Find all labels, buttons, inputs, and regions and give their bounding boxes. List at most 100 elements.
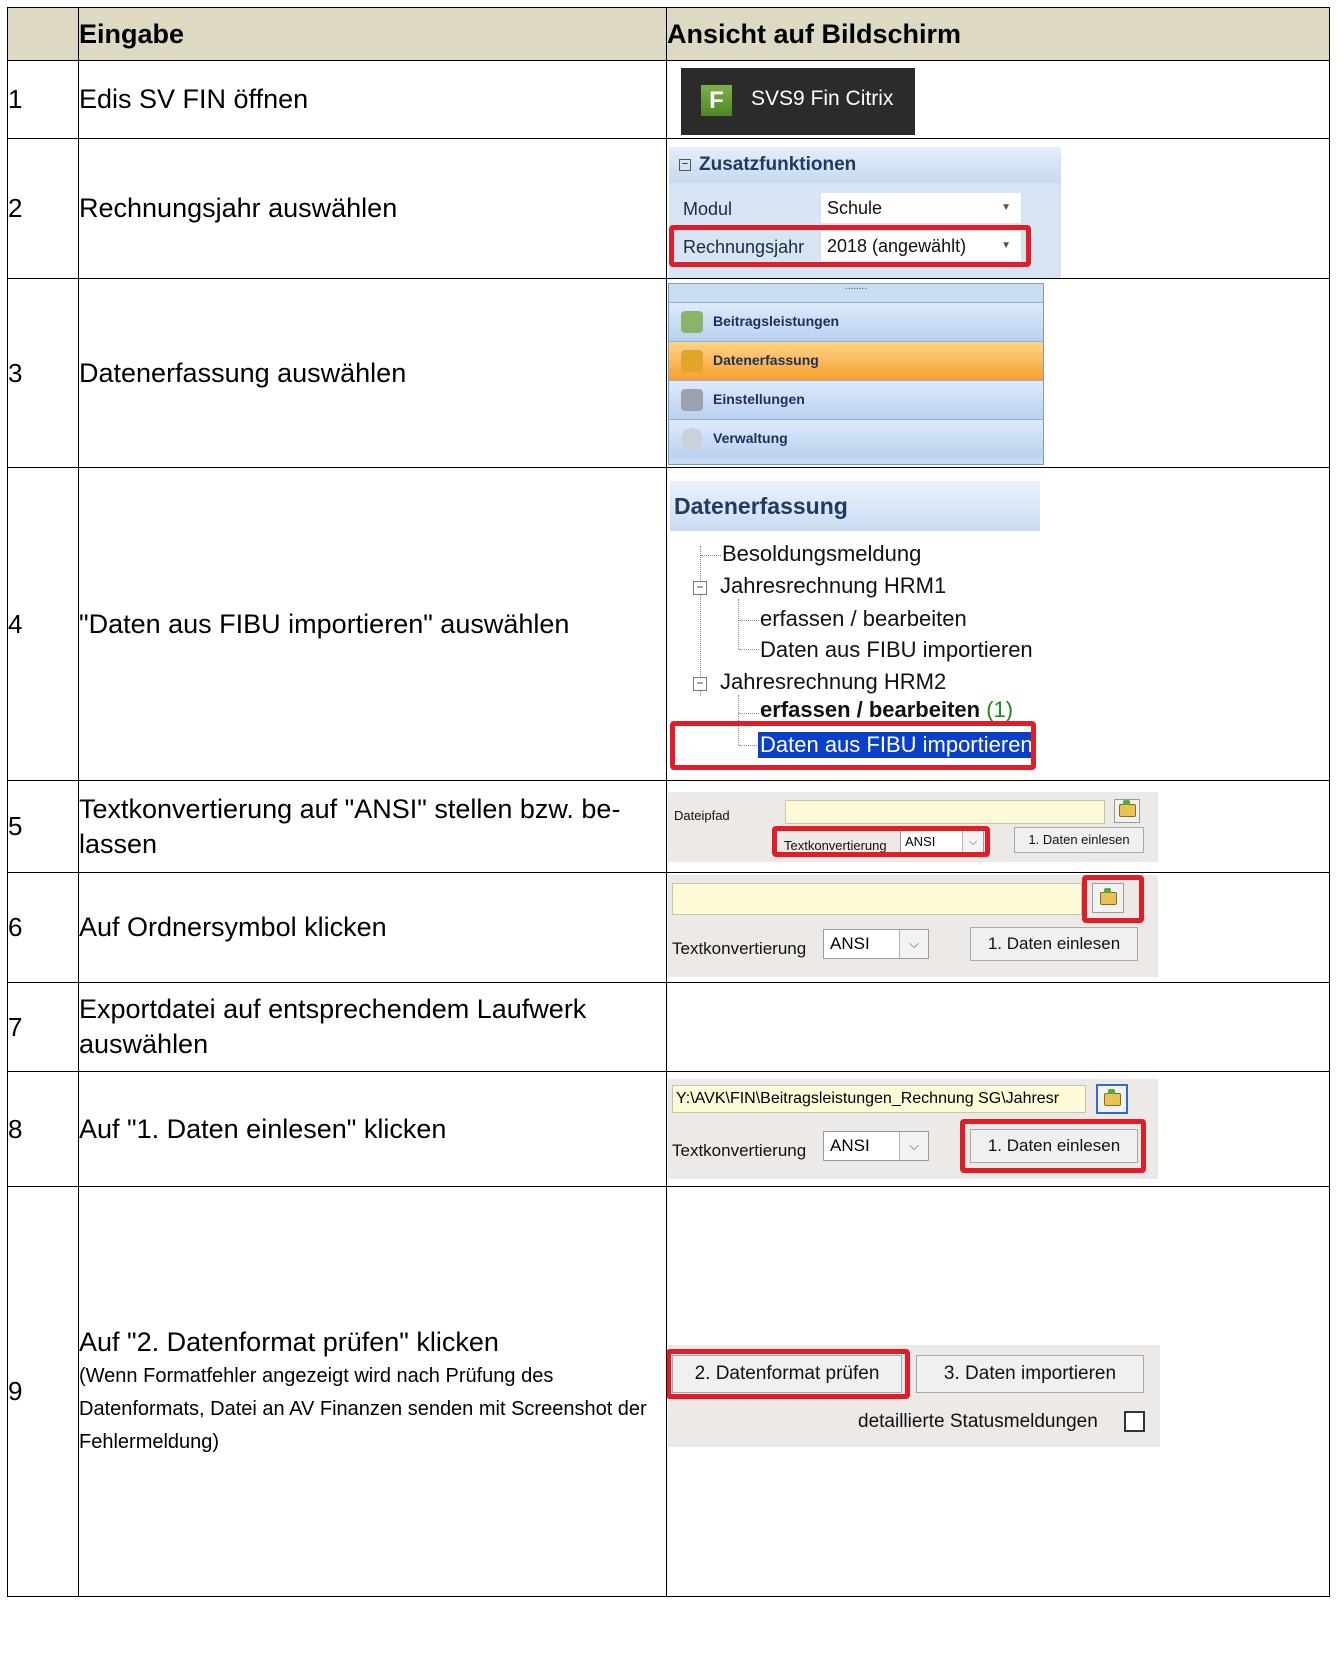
tools-icon [681, 389, 703, 411]
panel-header: − Zusatzfunktionen [669, 147, 1061, 183]
step-text: Textkonvertierung auf "ANSI" stellen bzw… [78, 780, 667, 873]
dateipfad-label: Dateipfad [674, 808, 730, 823]
read-data-button[interactable]: 1. Daten einlesen [970, 927, 1138, 961]
header-row: Eingabe Ansicht auf Bildschirm [7, 7, 1330, 61]
step-number: 8 [7, 1071, 79, 1187]
tree-item-hrm1-erfassen[interactable]: erfassen / bearbeiten [760, 606, 967, 632]
tree-item-hrm1[interactable]: Jahresrechnung HRM1 [720, 573, 946, 599]
encoding-value: ANSI [830, 1136, 870, 1155]
navigation-panel: ........ Beitragsleistungen Datenerfassu… [668, 282, 1044, 465]
file-path-input[interactable]: Y:\AVK\FIN\Beitragsleistungen_Rechnung S… [672, 1085, 1086, 1113]
step-number: 7 [7, 982, 79, 1072]
tree-line [739, 713, 759, 714]
chevron-down-icon: ⌵ [899, 930, 928, 958]
step-view: Y:\AVK\FIN\Beitragsleistungen_Rechnung S… [666, 1071, 1330, 1187]
step-number: 2 [7, 138, 79, 279]
file-path-input[interactable] [785, 800, 1105, 824]
table-row: 4 "Daten aus FIBU importieren" auswählen… [7, 467, 1330, 781]
encoding-value: ANSI [830, 934, 870, 953]
tree-item-hrm2[interactable]: Jahresrechnung HRM2 [720, 669, 946, 695]
highlight-box [772, 826, 990, 857]
step-view: Datenerfassung Besoldungsmeldung − Jahre… [666, 467, 1330, 781]
validation-dialog: 2. Datenformat prüfen 3. Daten importier… [667, 1345, 1160, 1447]
step-text: Auf "1. Daten einlesen" klicken [78, 1071, 667, 1187]
textkonvertierung-label: Textkonvertierung [672, 939, 807, 958]
file-path-value: Y:\AVK\FIN\Beitragsleistungen_Rechnung S… [676, 1090, 1060, 1107]
users-icon [681, 311, 703, 333]
folder-icon [1119, 800, 1136, 817]
app-launcher-tile[interactable]: F SVS9 Fin Citrix [681, 68, 915, 135]
header-number [7, 7, 79, 61]
table-row: 9 Auf "2. Datenformat prüfen" klicken (W… [7, 1186, 1330, 1597]
splitter-grip[interactable]: ........ [669, 282, 1043, 298]
import-data-button[interactable]: 3. Daten importieren [916, 1355, 1144, 1393]
tree-line [738, 599, 739, 649]
folder-icon [1104, 1089, 1121, 1106]
step-view: − Zusatzfunktionen Modul Schule ▼ Rechnu… [666, 138, 1330, 279]
step-number: 3 [7, 278, 79, 468]
step-number: 1 [7, 60, 79, 139]
step-view [666, 982, 1330, 1072]
tree-line [701, 555, 721, 556]
step-view: Dateipfad Textkonvertierung ANSI ⌵ 1. Da… [666, 780, 1330, 873]
step-text: Datenerfassung auswählen [78, 278, 667, 468]
step-view: Textkonvertierung ANSI ⌵ 1. Daten einles… [666, 872, 1330, 983]
chevron-down-icon: ▼ [1001, 202, 1011, 213]
import-dialog: Y:\AVK\FIN\Beitragsleistungen_Rechnung S… [668, 1079, 1158, 1179]
highlight-box [960, 1119, 1146, 1173]
step-number: 9 [7, 1186, 79, 1597]
file-path-input[interactable] [672, 883, 1082, 915]
collapse-icon[interactable]: − [693, 677, 707, 691]
collapse-icon[interactable]: − [693, 581, 707, 595]
status-messages-checkbox[interactable] [1124, 1411, 1145, 1432]
encoding-select[interactable]: ANSI ⌵ [823, 929, 929, 959]
database-icon [681, 350, 703, 372]
app-icon: F [701, 85, 732, 116]
nav-item-label: Beitragsleistungen [713, 313, 840, 329]
tree-line [739, 649, 759, 650]
table-row: 5 Textkonvertierung auf "ANSI" stellen b… [7, 780, 1330, 873]
nav-item-verwaltung[interactable]: Verwaltung [669, 419, 1043, 458]
tree-line [739, 620, 759, 621]
step-text: "Daten aus FIBU importieren" auswählen [78, 467, 667, 781]
modul-label: Modul [683, 199, 733, 219]
step-text: Exportdatei auf entsprechendem Laufwerk … [78, 982, 667, 1072]
nav-item-datenerfassung[interactable]: Datenerfassung [669, 341, 1043, 380]
nav-item-beitragsleistungen[interactable]: Beitragsleistungen [669, 302, 1043, 341]
textkonvertierung-label: Textkonvertierung [672, 1141, 807, 1160]
modul-value: Schule [827, 198, 883, 218]
tree-item-besoldungsmeldung[interactable]: Besoldungsmeldung [722, 541, 921, 567]
step-text: Rechnungsjahr auswählen [78, 138, 667, 279]
tree-item-label: erfassen / bearbeiten [760, 697, 981, 722]
open-folder-button[interactable] [1096, 1084, 1128, 1114]
highlight-box [669, 225, 1031, 267]
collapse-icon[interactable]: − [679, 159, 691, 171]
step-text: Auf "2. Datenformat prüfen" klicken (Wen… [78, 1186, 667, 1597]
tree-line [700, 546, 701, 696]
step-text: Edis SV FIN öffnen [78, 60, 667, 139]
step-view: ........ Beitragsleistungen Datenerfassu… [666, 278, 1330, 468]
panel-title: Zusatzfunktionen [699, 154, 857, 175]
datenerfassung-tree-panel: Datenerfassung Besoldungsmeldung − Jahre… [670, 481, 1040, 771]
tree-header: Datenerfassung [670, 481, 1040, 531]
nav-item-einstellungen[interactable]: Einstellungen [669, 380, 1043, 419]
table-row: 1 Edis SV FIN öffnen F SVS9 Fin Citrix [7, 60, 1330, 139]
count-badge: (1) [986, 697, 1014, 722]
encoding-select[interactable]: ANSI ⌵ [823, 1131, 929, 1161]
highlight-box [1082, 875, 1144, 923]
zusatzfunktionen-panel: − Zusatzfunktionen Modul Schule ▼ Rechnu… [669, 147, 1061, 278]
step-number: 5 [7, 780, 79, 873]
open-folder-button[interactable] [1114, 799, 1140, 823]
modul-select[interactable]: Schule ▼ [821, 193, 1021, 223]
tree-item-hrm1-import[interactable]: Daten aus FIBU importieren [760, 637, 1033, 663]
step-number: 4 [7, 467, 79, 781]
tree-item-hrm2-erfassen[interactable]: erfassen / bearbeiten (1) [760, 697, 1013, 723]
highlight-box [670, 721, 1036, 770]
chevron-down-icon: ⌵ [899, 1132, 928, 1160]
read-data-button[interactable]: 1. Daten einlesen [1014, 827, 1144, 853]
table-row: 3 Datenerfassung auswählen ........ Beit… [7, 278, 1330, 468]
import-dialog: Textkonvertierung ANSI ⌵ 1. Daten einles… [668, 875, 1158, 977]
nav-item-label: Datenerfassung [713, 352, 819, 368]
table-row: 2 Rechnungsjahr auswählen − Zusatzfunkti… [7, 138, 1330, 279]
header-input: Eingabe [78, 7, 667, 61]
